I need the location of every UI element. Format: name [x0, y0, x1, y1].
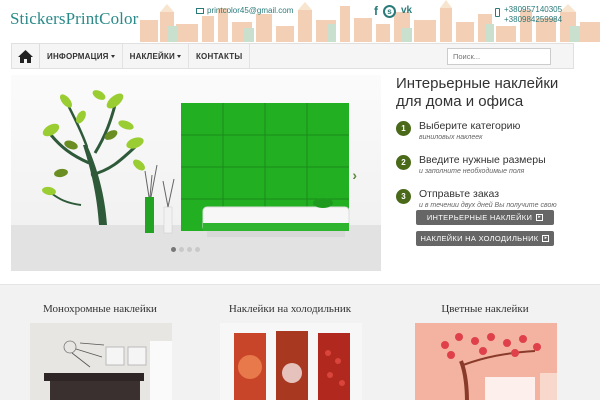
steps-list: 1 Выберите категорию виниловых наклеек 2… — [396, 120, 586, 218]
vk-icon[interactable]: vk — [401, 4, 412, 18]
step-item: 2 Введите нужные размеры и заполните нео… — [396, 154, 586, 182]
slider-next-arrow[interactable]: › — [352, 167, 357, 183]
nav-item-label: ИНФОРМАЦИЯ — [47, 51, 109, 61]
facebook-icon[interactable]: f — [374, 4, 378, 18]
step-number: 3 — [396, 189, 411, 204]
slider-dot[interactable] — [195, 247, 200, 252]
category-image[interactable] — [220, 323, 362, 400]
slider-dot[interactable] — [171, 247, 176, 252]
page: StickersPrintColor printcolor45@gmail.co… — [0, 0, 600, 400]
arrow-right-icon: ▸ — [542, 235, 550, 242]
category-image[interactable] — [30, 323, 172, 400]
interior-stickers-button[interactable]: ИНТЕРЬЕРНЫЕ НАКЛЕЙКИ ▸ — [416, 210, 554, 225]
category-photo — [415, 323, 557, 400]
email-text: printcolor45@gmail.com — [207, 6, 294, 15]
arrow-right-icon: ▸ — [536, 214, 544, 221]
step-item: 1 Выберите категорию виниловых наклеек — [396, 120, 586, 148]
step-title: Введите нужные размеры — [419, 154, 546, 166]
nav-item-stickers[interactable]: НАКЛЕЙКИ — [123, 44, 189, 68]
category-card-monochrome[interactable]: Монохромные наклейки — [20, 303, 180, 400]
nav-item-info[interactable]: ИНФОРМАЦИЯ — [40, 44, 123, 68]
fridge-stickers-button[interactable]: НАКЛЕЙКИ НА ХОЛОДИЛЬНИК ▸ — [416, 231, 554, 246]
envelope-icon — [196, 7, 204, 14]
category-title: Монохромные наклейки — [43, 303, 157, 315]
slide-image — [11, 90, 381, 271]
button-label: ИНТЕРЬЕРНЫЕ НАКЛЕЙКИ — [426, 213, 533, 222]
email-link[interactable]: printcolor45@gmail.com — [196, 6, 293, 15]
categories-section: Монохромные наклейки Наклейки на холодил… — [0, 284, 600, 400]
step-subtitle: и заполните необходимые поля — [419, 168, 525, 175]
home-button[interactable] — [12, 44, 40, 68]
home-icon — [18, 49, 33, 63]
site-logo[interactable]: StickersPrintColor — [10, 9, 138, 29]
step-subtitle: виниловых наклеек — [419, 134, 483, 141]
order-steps-panel: Интерьерные наклейки для дома и офиса 1 … — [396, 75, 586, 224]
category-photo — [220, 323, 362, 400]
phone-number-2[interactable]: +380984259984 — [504, 15, 562, 25]
slider-dot[interactable] — [187, 247, 192, 252]
hero-slider[interactable]: › — [11, 75, 381, 271]
category-title: Цветные наклейки — [441, 303, 529, 315]
category-card-fridge[interactable]: Наклейки на холодильник — [210, 303, 370, 400]
skype-icon[interactable]: s — [383, 4, 396, 18]
panel-title: Интерьерные наклейки для дома и офиса — [396, 75, 559, 110]
search-input[interactable] — [447, 48, 551, 65]
category-image[interactable] — [415, 323, 557, 400]
caret-down-icon — [176, 54, 181, 58]
site-header: StickersPrintColor printcolor45@gmail.co… — [0, 0, 600, 42]
social-links: f s vk — [374, 4, 412, 18]
category-photo — [30, 323, 172, 400]
step-title: Отправьте заказ — [419, 188, 500, 200]
phone-number-1[interactable]: +380957140305 — [504, 5, 562, 15]
nav-item-label: КОНТАКТЫ — [195, 51, 243, 61]
step-number: 2 — [396, 155, 411, 170]
button-label: НАКЛЕЙКИ НА ХОЛОДИЛЬНИК — [420, 234, 539, 243]
step-title: Выберите категорию — [419, 120, 521, 132]
nav-item-contacts[interactable]: КОНТАКТЫ — [189, 44, 251, 68]
category-card-color[interactable]: Цветные наклейки — [405, 303, 565, 400]
category-title: Наклейки на холодильник — [228, 303, 352, 315]
slider-dot[interactable] — [179, 247, 184, 252]
slider-dots — [171, 247, 200, 252]
nav-item-label: НАКЛЕЙКИ — [129, 51, 175, 61]
main-navbar: ИНФОРМАЦИЯ НАКЛЕЙКИ КОНТАКТЫ — [11, 43, 574, 69]
caret-down-icon — [110, 54, 115, 58]
step-number: 1 — [396, 121, 411, 136]
phone-numbers: +380957140305 +380984259984 — [495, 5, 562, 25]
phone-icon — [495, 8, 500, 17]
